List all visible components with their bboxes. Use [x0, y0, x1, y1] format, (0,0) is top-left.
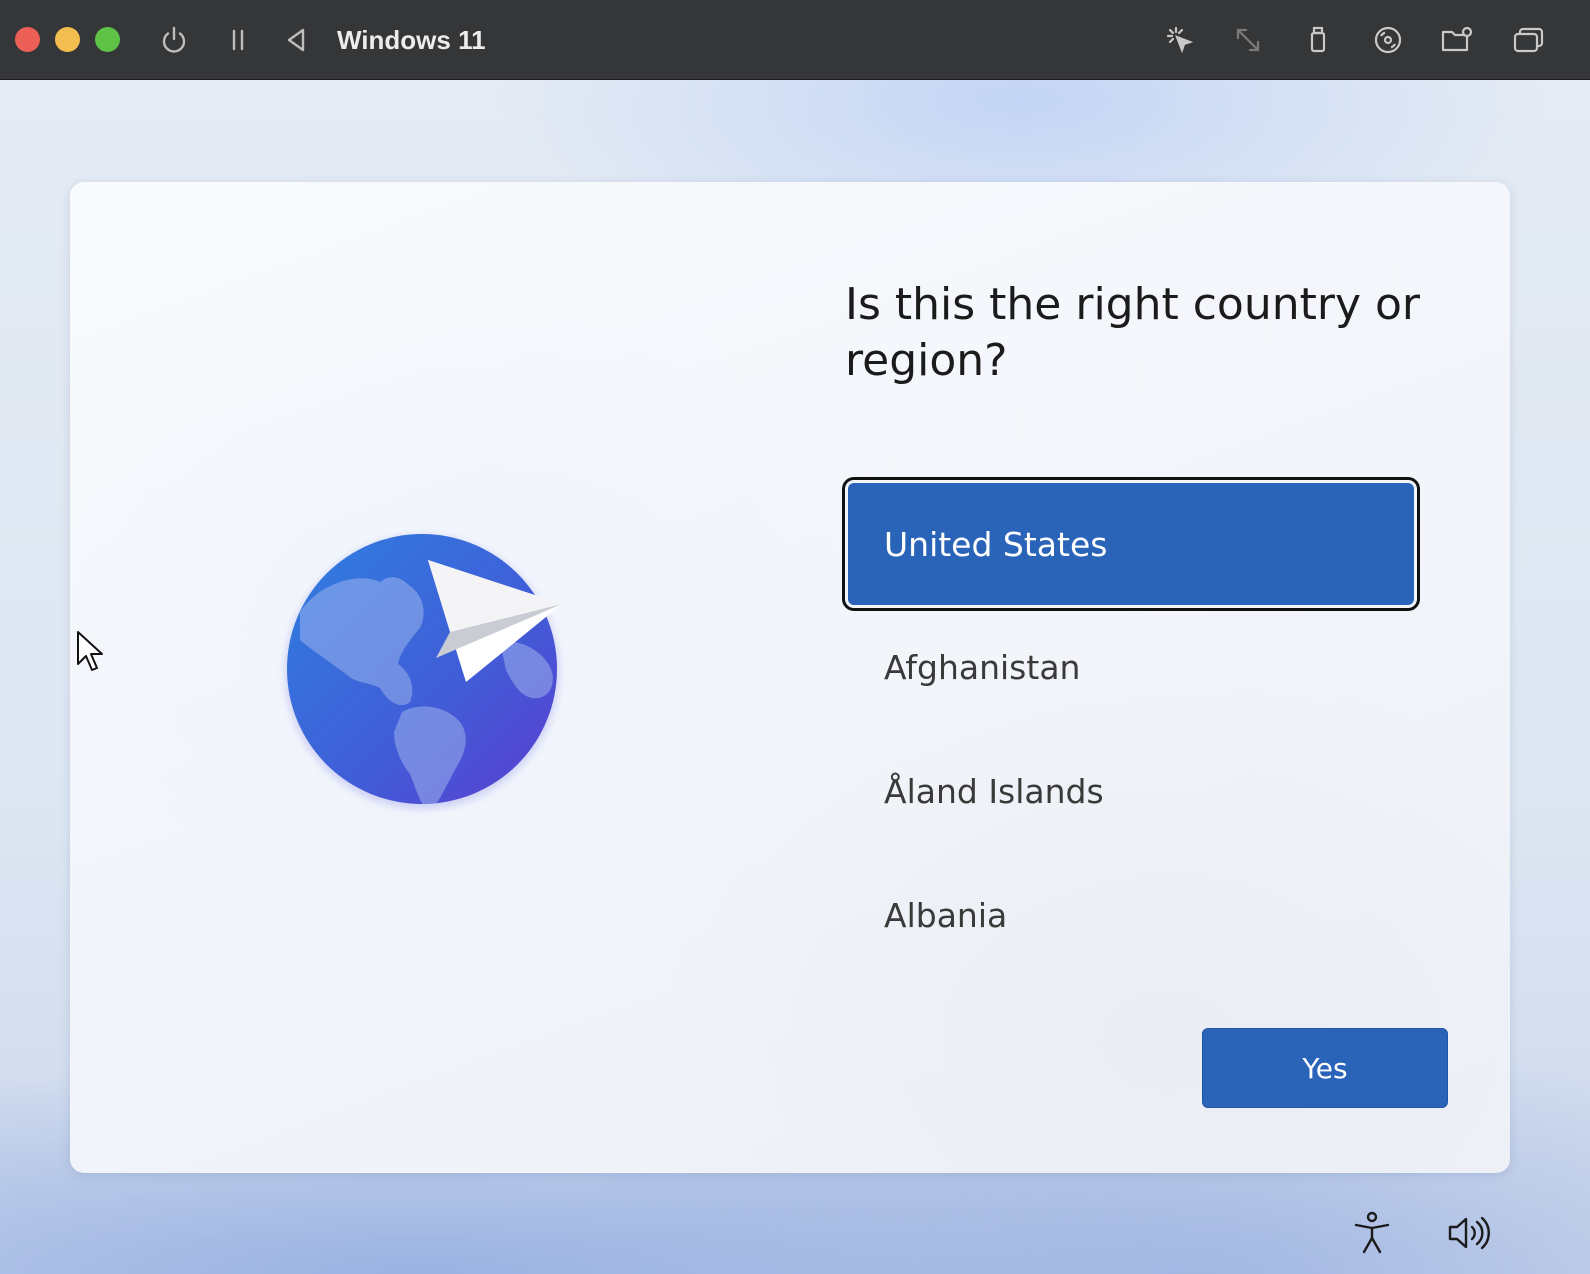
disc-icon[interactable] — [1368, 20, 1408, 60]
capture-mouse-icon[interactable] — [1160, 20, 1200, 60]
vm-desktop: Is this the right country or region? Uni… — [0, 80, 1590, 1274]
volume-icon[interactable] — [1444, 1209, 1492, 1257]
window-title: Windows 11 — [337, 25, 486, 55]
usb-icon[interactable] — [1298, 20, 1338, 60]
page-title: Is this the right country or region? — [845, 279, 1420, 386]
accessibility-icon[interactable] — [1348, 1209, 1396, 1257]
minimize-window-button[interactable] — [55, 27, 80, 52]
country-option[interactable]: Albania — [846, 853, 1416, 977]
window-titlebar: Windows 11 — [0, 0, 1590, 80]
country-option[interactable]: Afghanistan — [846, 605, 1416, 729]
oobe-card: Is this the right country or region? Uni… — [70, 182, 1510, 1173]
country-list[interactable]: United States Afghanistan Åland Islands … — [846, 481, 1416, 977]
country-option[interactable]: Åland Islands — [846, 729, 1416, 853]
power-icon[interactable] — [154, 20, 194, 60]
back-icon[interactable] — [276, 20, 316, 60]
pause-icon[interactable] — [218, 20, 258, 60]
zoom-window-button[interactable] — [95, 27, 120, 52]
windows-icon[interactable] — [1509, 20, 1549, 60]
globe-illustration — [270, 512, 630, 832]
mouse-cursor-icon — [76, 630, 104, 676]
shared-folder-icon[interactable] — [1437, 20, 1477, 60]
resize-icon[interactable] — [1228, 20, 1268, 60]
yes-button[interactable]: Yes — [1202, 1028, 1448, 1108]
country-option-selected[interactable]: United States — [848, 483, 1414, 605]
close-window-button[interactable] — [15, 27, 40, 52]
